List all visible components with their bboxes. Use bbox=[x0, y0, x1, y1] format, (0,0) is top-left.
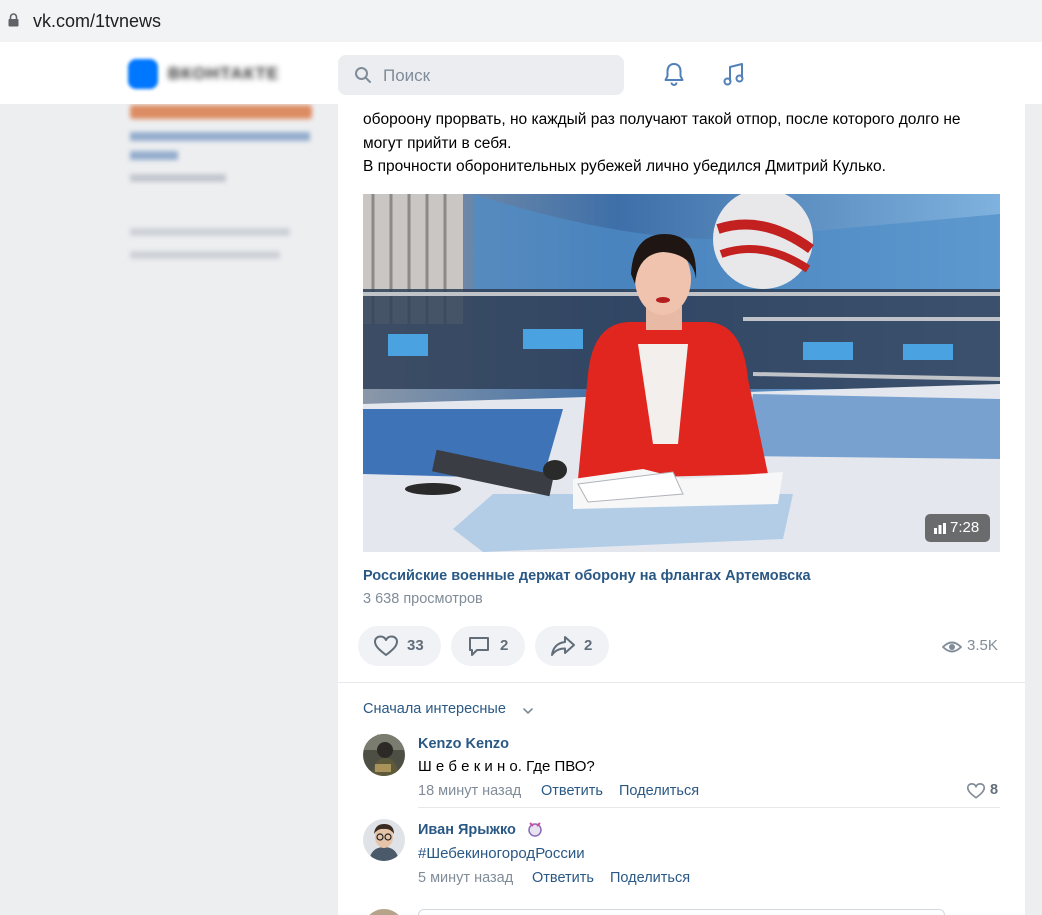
comment-count: 2 bbox=[500, 637, 509, 654]
video-player[interactable]: 7:28 bbox=[363, 194, 1000, 552]
post-view-count: 3.5K bbox=[967, 637, 998, 654]
heart-icon[interactable] bbox=[966, 782, 986, 800]
share-icon bbox=[551, 636, 575, 656]
music-icon[interactable] bbox=[720, 61, 748, 89]
comment-time[interactable]: 5 минут назад bbox=[418, 870, 513, 886]
avatar[interactable] bbox=[363, 734, 405, 776]
video-title-link[interactable]: Российские военные держат оборону на фла… bbox=[363, 568, 811, 584]
heart-icon bbox=[374, 635, 398, 656]
comment-sort-dropdown[interactable]: Сначала интересные bbox=[363, 701, 506, 717]
blurred-ad-title-line2 bbox=[130, 151, 178, 160]
like-count: 33 bbox=[407, 637, 424, 654]
search-input[interactable]: Поиск bbox=[338, 55, 624, 95]
post-card: обороону прорвать, но каждый раз получаю… bbox=[338, 104, 1025, 915]
video-thumbnail bbox=[363, 194, 1000, 552]
video-duration-badge: 7:28 bbox=[925, 514, 990, 542]
comment-icon bbox=[469, 637, 489, 656]
url-text[interactable]: vk.com/1tvnews bbox=[33, 11, 161, 32]
comment-reply-link[interactable]: Ответить bbox=[541, 783, 603, 799]
audio-bars-icon bbox=[934, 523, 946, 534]
comment-input[interactable] bbox=[418, 909, 945, 915]
comment-time[interactable]: 18 минут назад bbox=[418, 783, 521, 799]
post-text: обороону прорвать, но каждый раз получаю… bbox=[363, 108, 1003, 179]
avatar[interactable] bbox=[363, 819, 405, 861]
like-button[interactable]: 33 bbox=[358, 626, 441, 666]
post-text-line: обороону прорвать, но каждый раз получаю… bbox=[363, 111, 961, 128]
lock-icon bbox=[8, 13, 19, 27]
video-duration: 7:28 bbox=[950, 519, 980, 536]
left-sidebar bbox=[0, 42, 336, 915]
post-text-line: В прочности оборонительных рубежей лично… bbox=[363, 158, 886, 175]
current-user-avatar bbox=[363, 909, 405, 915]
browser-address-bar: vk.com/1tvnews bbox=[0, 0, 1042, 42]
search-icon bbox=[355, 67, 371, 83]
video-views: 3 638 просмотров bbox=[363, 591, 483, 607]
comment-reply-link[interactable]: Ответить bbox=[532, 870, 594, 886]
share-count: 2 bbox=[584, 637, 593, 654]
comment-author[interactable]: Иван Ярыжко bbox=[418, 822, 516, 838]
comment-hashtag[interactable]: #ШебекиногородРоссии bbox=[418, 845, 585, 862]
post-text-line: могут прийти в себя. bbox=[363, 134, 512, 152]
comment-divider bbox=[418, 807, 1000, 808]
chevron-down-icon[interactable] bbox=[522, 707, 534, 715]
bell-icon[interactable] bbox=[661, 61, 687, 87]
comment-share-link[interactable]: Поделиться bbox=[619, 783, 699, 799]
blurred-footer-links-2 bbox=[130, 251, 280, 259]
divider bbox=[338, 682, 1025, 683]
blurred-ad-banner bbox=[130, 105, 312, 119]
blurred-footer-links bbox=[130, 228, 290, 236]
comment-like-count: 8 bbox=[990, 782, 999, 798]
blurred-ad-title bbox=[130, 132, 310, 141]
comment-text: Ш е б е к и н о. Где ПВО? bbox=[418, 758, 595, 775]
eye-icon bbox=[942, 641, 962, 653]
site-header: ВКОНТАКТЕ Поиск bbox=[0, 42, 1042, 104]
vk-logo-icon[interactable] bbox=[128, 59, 158, 89]
blurred-ad-caption bbox=[130, 174, 226, 182]
comment-button[interactable]: 2 bbox=[451, 626, 525, 666]
comment-author[interactable]: Kenzo Kenzo bbox=[418, 736, 509, 752]
sticker-icon bbox=[528, 822, 542, 837]
vk-logo-text[interactable]: ВКОНТАКТЕ bbox=[168, 64, 279, 84]
share-button[interactable]: 2 bbox=[535, 626, 609, 666]
comment-share-link[interactable]: Поделиться bbox=[610, 870, 690, 886]
search-placeholder: Поиск bbox=[383, 66, 431, 85]
